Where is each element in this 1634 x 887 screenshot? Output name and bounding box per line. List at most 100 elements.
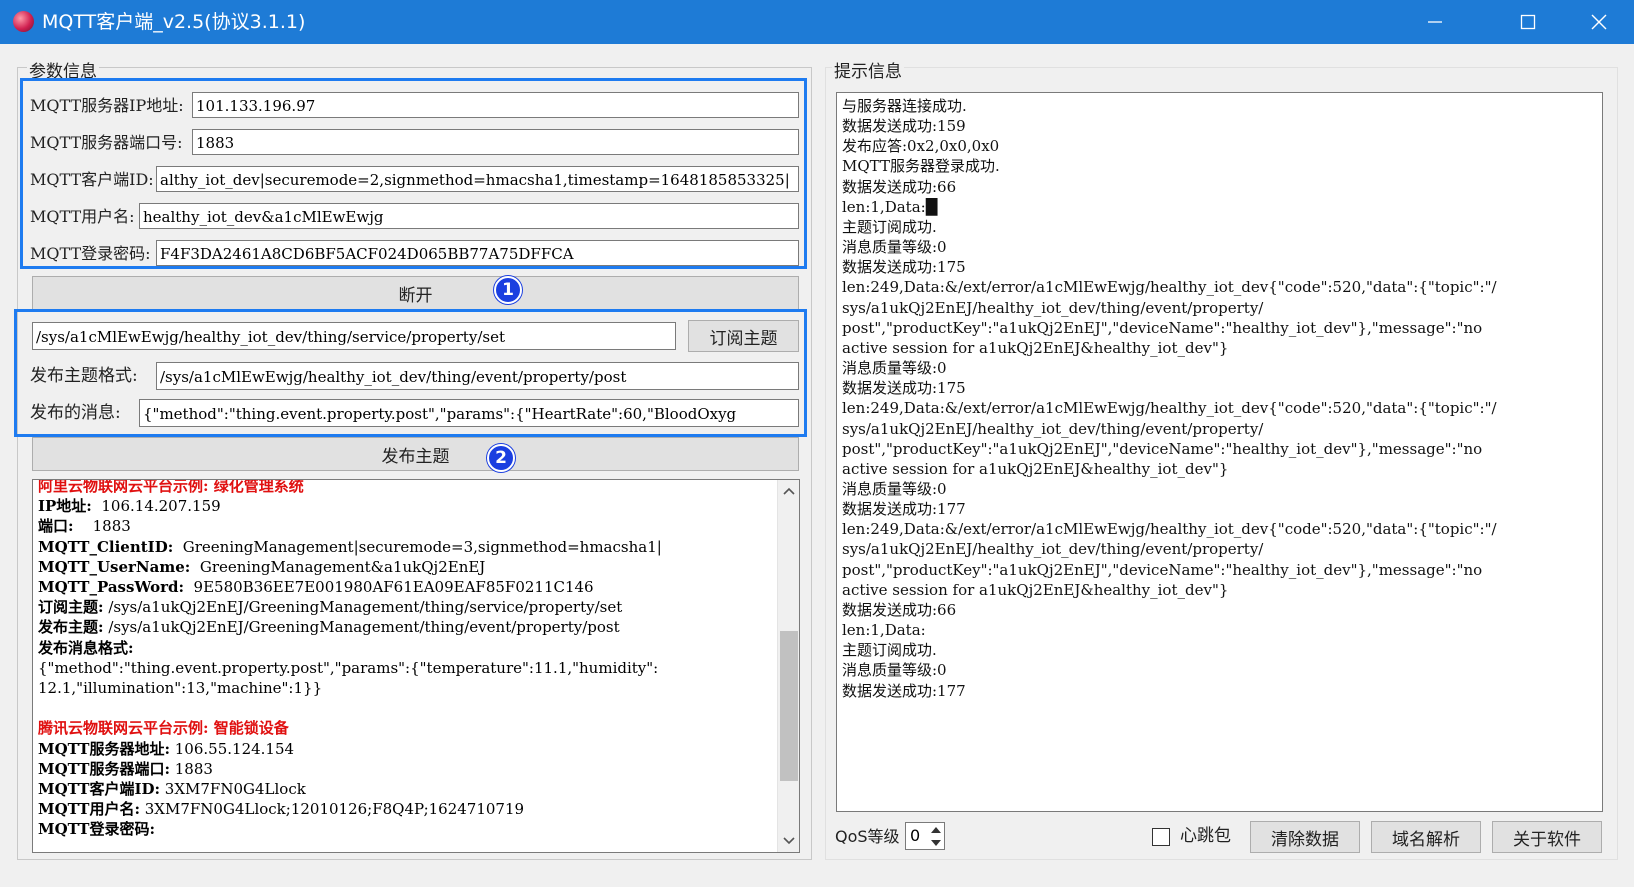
- about-button[interactable]: 关于软件: [1492, 821, 1602, 853]
- app-icon: [13, 11, 34, 32]
- chevron-down-icon: [783, 837, 795, 845]
- t-user-key: MQTT用户名:: [38, 800, 140, 819]
- log-line: MQTT服务器登录成功.: [842, 157, 1000, 176]
- t-cid-key: MQTT客户端ID:: [38, 780, 161, 799]
- server-ip-label: MQTT服务器IP地址:: [30, 96, 184, 115]
- clientid-key: MQTT_ClientID:: [38, 537, 174, 556]
- t-pwd-key: MQTT登录密码:: [38, 820, 155, 839]
- publish-message-input[interactable]: {"method":"thing.event.property.post","p…: [139, 399, 799, 427]
- t-addr-val: 106.55.124.154: [170, 739, 295, 758]
- publish-format-label: 发布主题格式:: [30, 366, 138, 386]
- heartbeat-label: 心跳包: [1180, 826, 1231, 846]
- ip-key: IP地址:: [38, 497, 92, 516]
- port-val: 1883: [73, 517, 131, 536]
- chevron-up-icon: [783, 487, 795, 495]
- publish-button[interactable]: 发布主题: [32, 437, 799, 471]
- log-line: len:1,Data:: [842, 621, 926, 640]
- log-line: 消息质量等级:0: [842, 238, 947, 257]
- log-line: post","productKey":"a1ukQj2EnEJ","device…: [842, 318, 1483, 337]
- password-label: MQTT登录密码:: [30, 244, 151, 263]
- log-line: active session for a1ukQj2EnEJ&healthy_i…: [842, 459, 1229, 478]
- examples-memo[interactable]: 阿里云物联网云平台示例: 绿化管理系统 IP地址: 106.14.207.159…: [32, 479, 800, 853]
- client-id-label: MQTT客户端ID:: [30, 170, 154, 189]
- badge-2: 2: [487, 444, 515, 472]
- t-cid-val: 3XM7FN0G4Llock: [160, 780, 306, 799]
- clientid-val: GreeningManagement|securemode=3,signmeth…: [173, 537, 662, 556]
- examples-scrollbar[interactable]: [777, 480, 799, 852]
- client-id-input[interactable]: althy_iot_dev|securemode=2,signmethod=hm…: [156, 166, 799, 192]
- sub-key: 订阅主题:: [38, 598, 104, 617]
- clear-data-button[interactable]: 清除数据: [1250, 821, 1360, 853]
- t-user-val: 3XM7FN0G4Llock;12010126;F8Q4P;1624710719: [140, 800, 525, 819]
- log-line: 数据发送成功:159: [842, 117, 966, 136]
- log-textarea[interactable]: 与服务器连接成功. 数据发送成功:159 发布应答:0x2,0x0,0x0 MQTT服…: [836, 92, 1603, 812]
- subscribe-topic-input[interactable]: /sys/a1cMlEwEwjg/healthy_iot_dev/thing/s…: [32, 322, 676, 350]
- log-line: post","productKey":"a1ukQj2EnEJ","device…: [842, 439, 1483, 458]
- maximize-icon: [1520, 14, 1536, 30]
- log-line: 数据发送成功:175: [842, 379, 966, 398]
- log-line: sys/a1ukQj2EnEJ/healthy_iot_dev/thing/ev…: [842, 298, 1264, 317]
- badge-1: 1: [494, 276, 522, 304]
- window-title: MQTT客户端_v2.5(协议3.1.1): [42, 11, 306, 33]
- tencent-title: 腾讯云物联网云平台示例: 智能锁设备: [38, 719, 289, 738]
- qos-up-button[interactable]: [928, 823, 944, 836]
- port-key: 端口:: [38, 517, 74, 536]
- publish-topic-input[interactable]: /sys/a1cMlEwEwjg/healthy_iot_dev/thing/e…: [156, 362, 799, 390]
- pub-key: 发布主题:: [38, 618, 104, 637]
- log-line: 数据发送成功:66: [842, 177, 957, 196]
- log-line: 数据发送成功:177: [842, 681, 966, 700]
- qos-value: 0: [910, 826, 921, 845]
- password-input[interactable]: F4F3DA2461A8CD6BF5ACF024D065BB77A75DFFCA: [156, 240, 799, 266]
- dns-resolve-button[interactable]: 域名解析: [1371, 821, 1481, 853]
- ip-val: 106.14.207.159: [91, 497, 221, 516]
- scroll-thumb[interactable]: [780, 631, 798, 781]
- triangle-down-icon: [931, 839, 941, 846]
- log-line: post","productKey":"a1ukQj2EnEJ","device…: [842, 560, 1483, 579]
- username-input[interactable]: healthy_iot_dev&a1cMlEwEwjg: [139, 203, 799, 229]
- log-line: 数据发送成功:66: [842, 600, 957, 619]
- minimize-button[interactable]: [1400, 0, 1470, 44]
- log-line: active session for a1ukQj2EnEJ&healthy_i…: [842, 580, 1229, 599]
- scroll-up-button[interactable]: [778, 480, 799, 502]
- log-line: 消息质量等级:0: [842, 359, 947, 378]
- close-icon: [1591, 14, 1607, 30]
- t-addr-key: MQTT服务器地址:: [38, 739, 170, 758]
- scroll-down-button[interactable]: [778, 830, 799, 852]
- log-line: 主题订阅成功.: [842, 217, 937, 236]
- log-line: len:1,Data:█: [842, 197, 938, 216]
- qos-spinbox[interactable]: 0: [905, 822, 945, 850]
- log-line: 与服务器连接成功.: [842, 97, 967, 115]
- t-port-key: MQTT服务器端口:: [38, 759, 170, 778]
- username-key: MQTT_UserName:: [38, 557, 191, 576]
- log-line: 数据发送成功:175: [842, 258, 966, 277]
- pub-val: /sys/a1ukQj2EnEJ/GreeningManagement/thin…: [103, 618, 620, 637]
- aliyun-title: 阿里云物联网云平台示例: 绿化管理系统: [38, 479, 304, 495]
- username-val: GreeningManagement&a1ukQj2EnEJ: [190, 557, 486, 576]
- tips-group-label: 提示信息: [832, 57, 904, 82]
- log-line: active session for a1ukQj2EnEJ&healthy_i…: [842, 338, 1229, 357]
- log-line: 消息质量等级:0: [842, 479, 947, 498]
- username-label: MQTT用户名:: [30, 207, 135, 226]
- subscribe-button[interactable]: 订阅主题: [688, 320, 799, 352]
- disconnect-button[interactable]: 断开: [32, 276, 799, 310]
- log-line: len:249,Data:&/ext/error/a1cMlEwEwjg/hea…: [842, 399, 1497, 418]
- password-key: MQTT_PassWord:: [38, 578, 185, 597]
- close-button[interactable]: [1564, 0, 1634, 44]
- qos-down-button[interactable]: [928, 836, 944, 849]
- log-line: 数据发送成功:177: [842, 500, 966, 519]
- format-line1: {"method":"thing.event.property.post","p…: [38, 658, 659, 677]
- log-line: len:249,Data:&/ext/error/a1cMlEwEwjg/hea…: [842, 520, 1497, 539]
- sub-val: /sys/a1ukQj2EnEJ/GreeningManagement/thin…: [103, 598, 623, 617]
- minimize-icon: [1428, 21, 1442, 23]
- server-port-input[interactable]: 1883: [192, 129, 799, 155]
- t-port-val: 1883: [170, 759, 213, 778]
- server-port-label: MQTT服务器端口号:: [30, 133, 183, 152]
- log-line: 主题订阅成功.: [842, 641, 937, 660]
- server-ip-input[interactable]: 101.133.196.97: [192, 92, 799, 118]
- heartbeat-checkbox[interactable]: [1152, 828, 1170, 846]
- format-line2: 12.1,"illumination":13,"machine":1}}: [38, 679, 323, 698]
- maximize-button[interactable]: [1493, 0, 1563, 44]
- log-line: len:249,Data:&/ext/error/a1cMlEwEwjg/hea…: [842, 278, 1497, 297]
- format-key: 发布消息格式:: [38, 638, 134, 657]
- title-bar: MQTT客户端_v2.5(协议3.1.1): [0, 0, 1634, 44]
